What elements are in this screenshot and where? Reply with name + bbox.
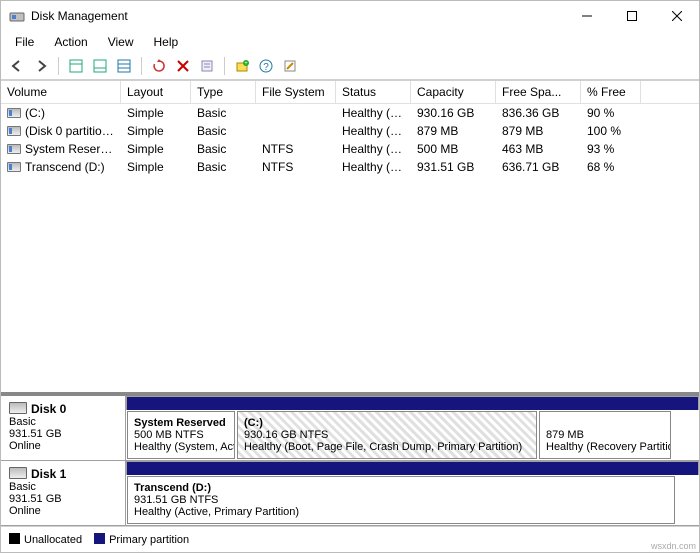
- volume-list: Volume Layout Type File System Status Ca…: [1, 80, 699, 176]
- col-pct[interactable]: % Free: [581, 81, 641, 103]
- col-free[interactable]: Free Spa...: [496, 81, 581, 103]
- close-button[interactable]: [654, 2, 699, 31]
- title-bar: Disk Management: [1, 1, 699, 31]
- menu-bar: File Action View Help: [1, 31, 699, 53]
- legend-unalloc: Unallocated: [24, 534, 82, 546]
- disk-map: Disk 0Basic931.51 GBOnlineSystem Reserve…: [1, 392, 699, 526]
- drive-icon: [7, 162, 21, 172]
- column-headers: Volume Layout Type File System Status Ca…: [1, 81, 699, 104]
- disk-color-bar: [126, 396, 699, 410]
- swatch-unallocated: [9, 533, 20, 544]
- partition[interactable]: System Reserved500 MB NTFSHealthy (Syste…: [127, 411, 235, 459]
- app-icon: [9, 8, 25, 24]
- disk-row: Disk 1Basic931.51 GBOnlineTranscend (D:)…: [1, 461, 699, 526]
- volume-row[interactable]: (C:)SimpleBasicHealthy (B...930.16 GB836…: [1, 104, 699, 122]
- delete-icon[interactable]: [173, 56, 193, 76]
- partition[interactable]: Transcend (D:)931.51 GB NTFSHealthy (Act…: [127, 476, 675, 524]
- watermark: wsxdn.com: [651, 541, 696, 551]
- volume-row[interactable]: (Disk 0 partition 3)SimpleBasicHealthy (…: [1, 122, 699, 140]
- disk-label[interactable]: Disk 1Basic931.51 GBOnline: [1, 461, 126, 525]
- help-icon[interactable]: ?: [256, 56, 276, 76]
- view-bottom-icon[interactable]: [90, 56, 110, 76]
- view-list-icon[interactable]: [114, 56, 134, 76]
- svg-text:?: ?: [263, 62, 269, 73]
- volume-row[interactable]: Transcend (D:)SimpleBasicNTFSHealthy (A.…: [1, 158, 699, 176]
- col-status[interactable]: Status: [336, 81, 411, 103]
- legend: Unallocated Primary partition: [1, 526, 699, 552]
- back-button[interactable]: [7, 56, 27, 76]
- new-partition-icon[interactable]: +: [232, 56, 252, 76]
- drive-icon: [7, 144, 21, 154]
- col-capacity[interactable]: Capacity: [411, 81, 496, 103]
- disk-color-bar: [126, 461, 699, 475]
- disk-icon: [9, 467, 27, 479]
- disk-icon: [9, 402, 27, 414]
- maximize-button[interactable]: [609, 2, 654, 31]
- forward-button[interactable]: [31, 56, 51, 76]
- partition[interactable]: (C:)930.16 GB NTFSHealthy (Boot, Page Fi…: [237, 411, 537, 459]
- minimize-button[interactable]: [564, 2, 609, 31]
- col-fs[interactable]: File System: [256, 81, 336, 103]
- view-top-icon[interactable]: [66, 56, 86, 76]
- edit-icon[interactable]: [280, 56, 300, 76]
- partition[interactable]: 879 MBHealthy (Recovery Partition: [539, 411, 671, 459]
- empty-area: [1, 176, 699, 392]
- col-volume[interactable]: Volume: [1, 81, 121, 103]
- window-title: Disk Management: [31, 9, 564, 23]
- toolbar: + ?: [1, 53, 699, 80]
- col-layout[interactable]: Layout: [121, 81, 191, 103]
- disk-row: Disk 0Basic931.51 GBOnlineSystem Reserve…: [1, 396, 699, 461]
- swatch-primary: [94, 533, 105, 544]
- volume-row[interactable]: System ReservedSimpleBasicNTFSHealthy (S…: [1, 140, 699, 158]
- menu-help[interactable]: Help: [146, 33, 187, 51]
- svg-text:+: +: [244, 61, 248, 67]
- refresh-icon[interactable]: [149, 56, 169, 76]
- menu-action[interactable]: Action: [46, 33, 95, 51]
- menu-view[interactable]: View: [100, 33, 142, 51]
- drive-icon: [7, 126, 21, 136]
- legend-primary: Primary partition: [109, 534, 189, 546]
- menu-file[interactable]: File: [7, 33, 42, 51]
- drive-icon: [7, 108, 21, 118]
- disk-label[interactable]: Disk 0Basic931.51 GBOnline: [1, 396, 126, 460]
- properties-icon[interactable]: [197, 56, 217, 76]
- col-type[interactable]: Type: [191, 81, 256, 103]
